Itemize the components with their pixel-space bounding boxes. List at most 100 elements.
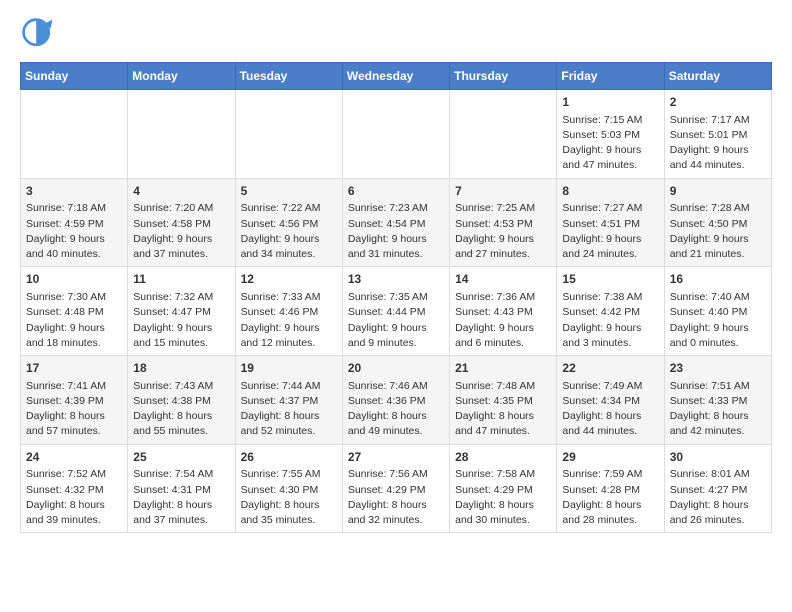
calendar-cell: 22 Sunrise: 7:49 AM Sunset: 4:34 PM Dayli…: [557, 356, 664, 445]
day-number: 11: [133, 271, 229, 288]
calendar-cell: 6Sunrise: 7:23 AM Sunset: 4:54 PM Daylig…: [342, 178, 449, 267]
calendar-cell: 18Sunrise: 7:43 AM Sunset: 4:38 PM Dayli…: [128, 356, 235, 445]
day-number: 29: [562, 449, 658, 466]
calendar-cell: 27Sunrise: 7:56 AM Sunset: 4:29 PM Dayli…: [342, 444, 449, 533]
calendar-week-row: 24Sunrise: 7:52 AM Sunset: 4:32 PM Dayli…: [21, 444, 772, 533]
calendar-cell: [342, 90, 449, 179]
day-number: 12: [241, 271, 337, 288]
calendar-cell: 14 Sunrise: 7:36 AM Sunset: 4:43 PM Dayli…: [450, 267, 557, 356]
calendar-cell: 26Sunrise: 7:55 AM Sunset: 4:30 PM Dayli…: [235, 444, 342, 533]
calendar-cell: 3Sunrise: 7:18 AM Sunset: 4:59 PM Daylig…: [21, 178, 128, 267]
calendar-cell: 29Sunrise: 7:59 AM Sunset: 4:28 PM Dayli…: [557, 444, 664, 533]
day-info: Sunrise: 7:41 AM Sunset: 4:39 PM Dayligh…: [26, 379, 122, 440]
day-info: Sunrise: 7:33 AM Sunset: 4:46 PM Dayligh…: [241, 290, 337, 351]
calendar-cell: 15 Sunrise: 7:38 AM Sunset: 4:42 PM Dayli…: [557, 267, 664, 356]
day-number: 3: [26, 183, 122, 200]
calendar-header-tuesday: Tuesday: [235, 63, 342, 90]
day-info: Sunrise: 7:48 AM Sunset: 4:35 PM Dayligh…: [455, 379, 551, 440]
day-number: 22: [562, 360, 658, 377]
page: SundayMondayTuesdayWednesdayThursdayFrid…: [0, 0, 792, 612]
day-number: 28: [455, 449, 551, 466]
day-info: Sunrise: 7:30 AM Sunset: 4:48 PM Dayligh…: [26, 290, 122, 351]
calendar-week-row: 17 Sunrise: 7:41 AM Sunset: 4:39 PM Dayli…: [21, 356, 772, 445]
day-info: Sunrise: 7:49 AM Sunset: 4:34 PM Dayligh…: [562, 379, 658, 440]
calendar-header-monday: Monday: [128, 63, 235, 90]
calendar-header-thursday: Thursday: [450, 63, 557, 90]
day-info: Sunrise: 7:22 AM Sunset: 4:56 PM Dayligh…: [241, 201, 337, 262]
day-info: Sunrise: 7:27 AM Sunset: 4:51 PM Dayligh…: [562, 201, 658, 262]
day-number: 1: [562, 94, 658, 111]
calendar-header-row: SundayMondayTuesdayWednesdayThursdayFrid…: [21, 63, 772, 90]
day-number: 14: [455, 271, 551, 288]
day-number: 5: [241, 183, 337, 200]
day-info: Sunrise: 7:17 AM Sunset: 5:01 PM Dayligh…: [670, 113, 766, 174]
calendar-cell: [235, 90, 342, 179]
logo: [20, 16, 60, 52]
calendar-cell: 4Sunrise: 7:20 AM Sunset: 4:58 PM Daylig…: [128, 178, 235, 267]
day-number: 13: [348, 271, 444, 288]
day-info: Sunrise: 7:32 AM Sunset: 4:47 PM Dayligh…: [133, 290, 229, 351]
day-info: Sunrise: 7:58 AM Sunset: 4:29 PM Dayligh…: [455, 467, 551, 528]
calendar-cell: 11 Sunrise: 7:32 AM Sunset: 4:47 PM Dayli…: [128, 267, 235, 356]
day-number: 27: [348, 449, 444, 466]
day-number: 16: [670, 271, 766, 288]
day-info: Sunrise: 7:44 AM Sunset: 4:37 PM Dayligh…: [241, 379, 337, 440]
logo-icon: [20, 16, 56, 52]
day-info: Sunrise: 7:40 AM Sunset: 4:40 PM Dayligh…: [670, 290, 766, 351]
day-info: Sunrise: 7:56 AM Sunset: 4:29 PM Dayligh…: [348, 467, 444, 528]
calendar-cell: 9Sunrise: 7:28 AM Sunset: 4:50 PM Daylig…: [664, 178, 771, 267]
calendar-cell: 23Sunrise: 7:51 AM Sunset: 4:33 PM Dayli…: [664, 356, 771, 445]
header: [20, 16, 772, 52]
calendar-header-wednesday: Wednesday: [342, 63, 449, 90]
day-info: Sunrise: 7:54 AM Sunset: 4:31 PM Dayligh…: [133, 467, 229, 528]
calendar-cell: 24Sunrise: 7:52 AM Sunset: 4:32 PM Dayli…: [21, 444, 128, 533]
day-info: Sunrise: 7:35 AM Sunset: 4:44 PM Dayligh…: [348, 290, 444, 351]
calendar-cell: 25Sunrise: 7:54 AM Sunset: 4:31 PM Dayli…: [128, 444, 235, 533]
day-info: Sunrise: 7:55 AM Sunset: 4:30 PM Dayligh…: [241, 467, 337, 528]
day-number: 6: [348, 183, 444, 200]
calendar-cell: 1Sunrise: 7:15 AM Sunset: 5:03 PM Daylig…: [557, 90, 664, 179]
calendar-cell: 20Sunrise: 7:46 AM Sunset: 4:36 PM Dayli…: [342, 356, 449, 445]
calendar-cell: 12 Sunrise: 7:33 AM Sunset: 4:46 PM Dayli…: [235, 267, 342, 356]
day-info: Sunrise: 7:52 AM Sunset: 4:32 PM Dayligh…: [26, 467, 122, 528]
day-info: Sunrise: 7:23 AM Sunset: 4:54 PM Dayligh…: [348, 201, 444, 262]
day-number: 26: [241, 449, 337, 466]
calendar-cell: 17 Sunrise: 7:41 AM Sunset: 4:39 PM Dayli…: [21, 356, 128, 445]
calendar-header-saturday: Saturday: [664, 63, 771, 90]
calendar-cell: 30Sunrise: 8:01 AM Sunset: 4:27 PM Dayli…: [664, 444, 771, 533]
day-info: Sunrise: 7:38 AM Sunset: 4:42 PM Dayligh…: [562, 290, 658, 351]
day-number: 2: [670, 94, 766, 111]
calendar-cell: [450, 90, 557, 179]
day-info: Sunrise: 8:01 AM Sunset: 4:27 PM Dayligh…: [670, 467, 766, 528]
calendar-cell: 21 Sunrise: 7:48 AM Sunset: 4:35 PM Dayli…: [450, 356, 557, 445]
day-info: Sunrise: 7:25 AM Sunset: 4:53 PM Dayligh…: [455, 201, 551, 262]
calendar-cell: 10Sunrise: 7:30 AM Sunset: 4:48 PM Dayli…: [21, 267, 128, 356]
calendar-cell: 7Sunrise: 7:25 AM Sunset: 4:53 PM Daylig…: [450, 178, 557, 267]
day-info: Sunrise: 7:46 AM Sunset: 4:36 PM Dayligh…: [348, 379, 444, 440]
day-number: 4: [133, 183, 229, 200]
day-number: 8: [562, 183, 658, 200]
day-info: Sunrise: 7:51 AM Sunset: 4:33 PM Dayligh…: [670, 379, 766, 440]
calendar-cell: 5Sunrise: 7:22 AM Sunset: 4:56 PM Daylig…: [235, 178, 342, 267]
calendar-header-friday: Friday: [557, 63, 664, 90]
day-number: 15: [562, 271, 658, 288]
day-info: Sunrise: 7:36 AM Sunset: 4:43 PM Dayligh…: [455, 290, 551, 351]
day-number: 7: [455, 183, 551, 200]
day-number: 24: [26, 449, 122, 466]
day-number: 21: [455, 360, 551, 377]
calendar-cell: 13 Sunrise: 7:35 AM Sunset: 4:44 PM Dayli…: [342, 267, 449, 356]
day-number: 17: [26, 360, 122, 377]
calendar-cell: 16 Sunrise: 7:40 AM Sunset: 4:40 PM Dayli…: [664, 267, 771, 356]
calendar-cell: [21, 90, 128, 179]
day-info: Sunrise: 7:20 AM Sunset: 4:58 PM Dayligh…: [133, 201, 229, 262]
calendar-header-sunday: Sunday: [21, 63, 128, 90]
calendar-week-row: 1Sunrise: 7:15 AM Sunset: 5:03 PM Daylig…: [21, 90, 772, 179]
day-number: 9: [670, 183, 766, 200]
day-number: 19: [241, 360, 337, 377]
calendar-cell: 19 Sunrise: 7:44 AM Sunset: 4:37 PM Dayli…: [235, 356, 342, 445]
day-info: Sunrise: 7:28 AM Sunset: 4:50 PM Dayligh…: [670, 201, 766, 262]
calendar-week-row: 3Sunrise: 7:18 AM Sunset: 4:59 PM Daylig…: [21, 178, 772, 267]
calendar-table: SundayMondayTuesdayWednesdayThursdayFrid…: [20, 62, 772, 533]
day-number: 25: [133, 449, 229, 466]
calendar-cell: 2 Sunrise: 7:17 AM Sunset: 5:01 PM Daylig…: [664, 90, 771, 179]
